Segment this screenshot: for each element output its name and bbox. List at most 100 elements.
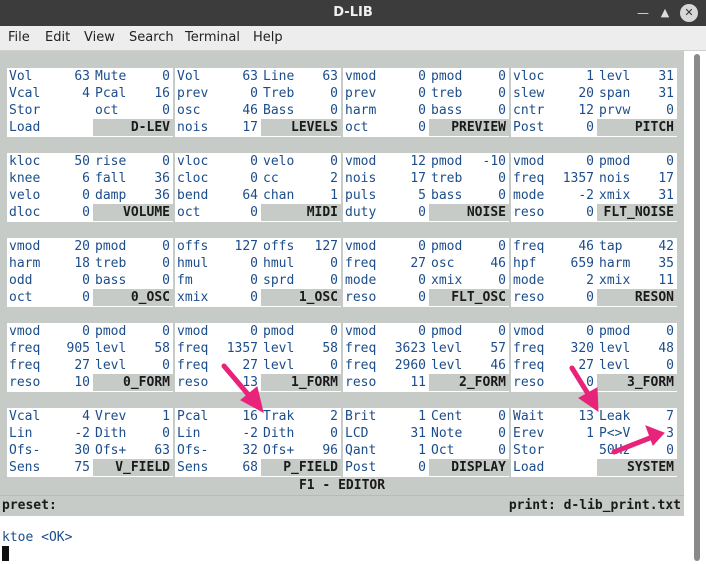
param-cell[interactable]: Note 0 [429,425,509,442]
scrollbar-thumb[interactable] [694,54,700,561]
param-cell[interactable]: Line 63 [261,68,341,85]
param-cell[interactable]: sprd 0 [261,272,341,289]
param-cell[interactable]: xmix 0 [175,289,261,306]
param-cell[interactable]: Vol 63 [7,68,93,85]
param-cell[interactable]: Pcal 16 [175,408,261,425]
param-cell[interactable]: prvw 0 [597,102,677,119]
menu-edit[interactable]: Edit [45,30,70,45]
terminal-area[interactable]: F1 - EDITOR Vol 63 Mute 0 Vcal 4 Pcal 16 Stor oct… [0,51,690,564]
param-cell[interactable]: levl 48 [597,340,677,357]
param-cell[interactable]: Sens 68 [175,459,261,476]
param-cell[interactable]: Cent 0 [429,408,509,425]
param-cell[interactable]: oct 0 [93,102,173,119]
param-cell[interactable]: oct 0 [343,119,429,136]
param-cell[interactable]: freq 27 [7,357,93,374]
param-cell[interactable]: nois 17 [597,170,677,187]
param-cell[interactable]: reso 0 [511,374,597,391]
param-cell[interactable]: Stor [511,442,597,459]
param-cell[interactable]: Wait 13 [511,408,597,425]
param-cell[interactable]: xmix 0 [429,272,509,289]
param-cell[interactable]: levl 46 [429,357,509,374]
param-cell[interactable]: reso 13 [175,374,261,391]
param-cell[interactable]: bass 0 [429,187,509,204]
param-cell[interactable]: cc 2 [261,170,341,187]
param-cell[interactable]: levl 0 [261,357,341,374]
param-cell[interactable]: Post 0 [343,459,429,476]
param-cell[interactable]: vmod 0 [343,323,429,340]
param-cell[interactable]: offs 127 [261,238,341,255]
param-cell[interactable]: treb 0 [93,255,173,272]
param-cell[interactable]: bend 64 [175,187,261,204]
param-cell[interactable]: fm 0 [175,272,261,289]
param-cell[interactable]: harm 18 [7,255,93,272]
param-cell[interactable]: Erev 1 [511,425,597,442]
title-bar[interactable]: D-LIB — ▲ ✕ [0,0,706,26]
menu-help[interactable]: Help [253,30,283,45]
param-cell[interactable]: Vcal 4 [7,408,93,425]
param-cell[interactable]: Ofs+ 96 [261,442,341,459]
param-cell[interactable]: vmod 0 [511,153,597,170]
param-cell[interactable]: pmod 0 [597,153,677,170]
param-cell[interactable]: mode -2 [511,187,597,204]
param-cell[interactable]: harm 35 [597,255,677,272]
param-cell[interactable]: Lin -2 [7,425,93,442]
param-cell[interactable]: vmod 0 [343,238,429,255]
param-cell[interactable]: vmod 0 [175,323,261,340]
param-cell[interactable]: vloc 1 [511,68,597,85]
param-cell[interactable]: xmix 11 [597,272,677,289]
param-cell[interactable]: vmod 0 [343,68,429,85]
param-cell[interactable]: duty 0 [343,204,429,221]
param-cell[interactable]: P<>V 3 [597,425,677,442]
param-cell[interactable]: pmod 0 [93,323,173,340]
param-cell[interactable]: freq 1357 [175,340,261,357]
param-cell[interactable]: Oct 0 [429,442,509,459]
maximize-icon[interactable]: ▲ [656,4,674,22]
param-cell[interactable]: velo 0 [7,187,93,204]
param-cell[interactable]: reso 11 [343,374,429,391]
param-cell[interactable]: vmod 20 [7,238,93,255]
param-cell[interactable]: pmod 0 [429,238,509,255]
param-cell[interactable]: puls 5 [343,187,429,204]
param-cell[interactable]: Sens 75 [7,459,93,476]
param-cell[interactable]: Vcal 4 [7,85,93,102]
param-cell[interactable]: levl 57 [429,340,509,357]
menu-terminal[interactable]: Terminal [185,30,240,45]
param-cell[interactable]: Bass 0 [261,102,341,119]
param-cell[interactable]: offs 127 [175,238,261,255]
param-cell[interactable]: freq 905 [7,340,93,357]
param-cell[interactable]: Mute 0 [93,68,173,85]
param-cell[interactable]: treb 0 [429,85,509,102]
param-cell[interactable]: pmod 0 [261,323,341,340]
vertical-scrollbar[interactable] [690,51,706,564]
minimize-icon[interactable]: — [634,4,652,22]
param-cell[interactable]: pmod 0 [429,323,509,340]
param-cell[interactable]: treb 0 [429,170,509,187]
param-cell[interactable]: dloc 0 [7,204,93,221]
param-cell[interactable]: prev 0 [175,85,261,102]
param-cell[interactable]: levl 0 [93,357,173,374]
param-cell[interactable]: oct 0 [7,289,93,306]
param-cell[interactable]: slew 20 [511,85,597,102]
param-cell[interactable]: rise 0 [93,153,173,170]
param-cell[interactable]: pmod 0 [93,238,173,255]
param-cell[interactable]: mode 0 [343,272,429,289]
param-cell[interactable]: Leak 7 [597,408,677,425]
param-cell[interactable]: freq 3623 [343,340,429,357]
param-cell[interactable]: osc 46 [429,255,509,272]
param-cell[interactable]: vmod 0 [511,323,597,340]
param-cell[interactable]: Dith 0 [261,425,341,442]
param-cell[interactable]: Load [511,459,597,476]
menu-search[interactable]: Search [129,30,174,45]
param-cell[interactable]: Post 0 [511,119,597,136]
param-cell[interactable]: Dith 0 [93,425,173,442]
param-cell[interactable]: bass 0 [93,272,173,289]
param-cell[interactable]: nois 17 [343,170,429,187]
param-cell[interactable]: Qant 1 [343,442,429,459]
param-cell[interactable]: damp 36 [93,187,173,204]
param-cell[interactable]: Ofs+ 63 [93,442,173,459]
param-cell[interactable]: Pcal 16 [93,85,173,102]
param-cell[interactable]: pmod -10 [429,153,509,170]
param-cell[interactable]: freq 1357 [511,170,597,187]
param-cell[interactable]: Trak 2 [261,408,341,425]
param-cell[interactable]: levl 58 [93,340,173,357]
